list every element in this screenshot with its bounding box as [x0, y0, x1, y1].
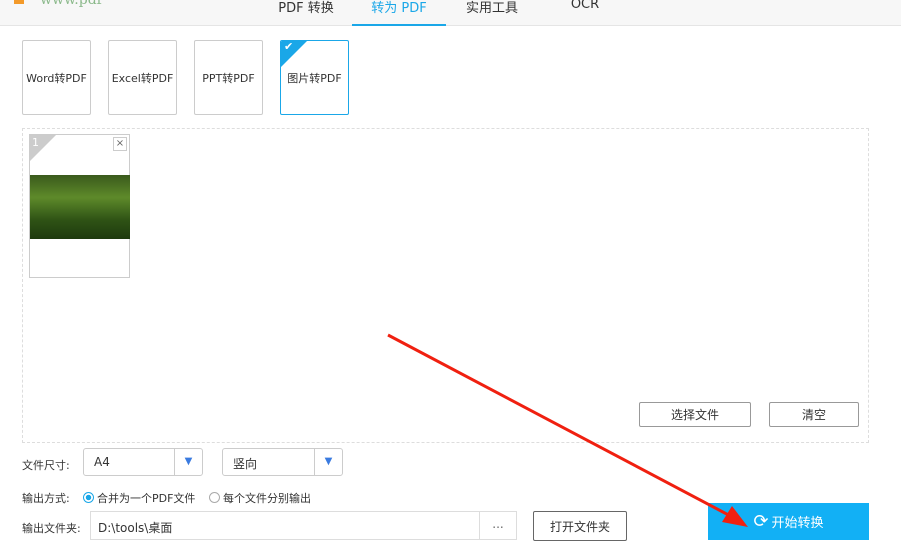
annotation-arrow	[387, 333, 748, 527]
